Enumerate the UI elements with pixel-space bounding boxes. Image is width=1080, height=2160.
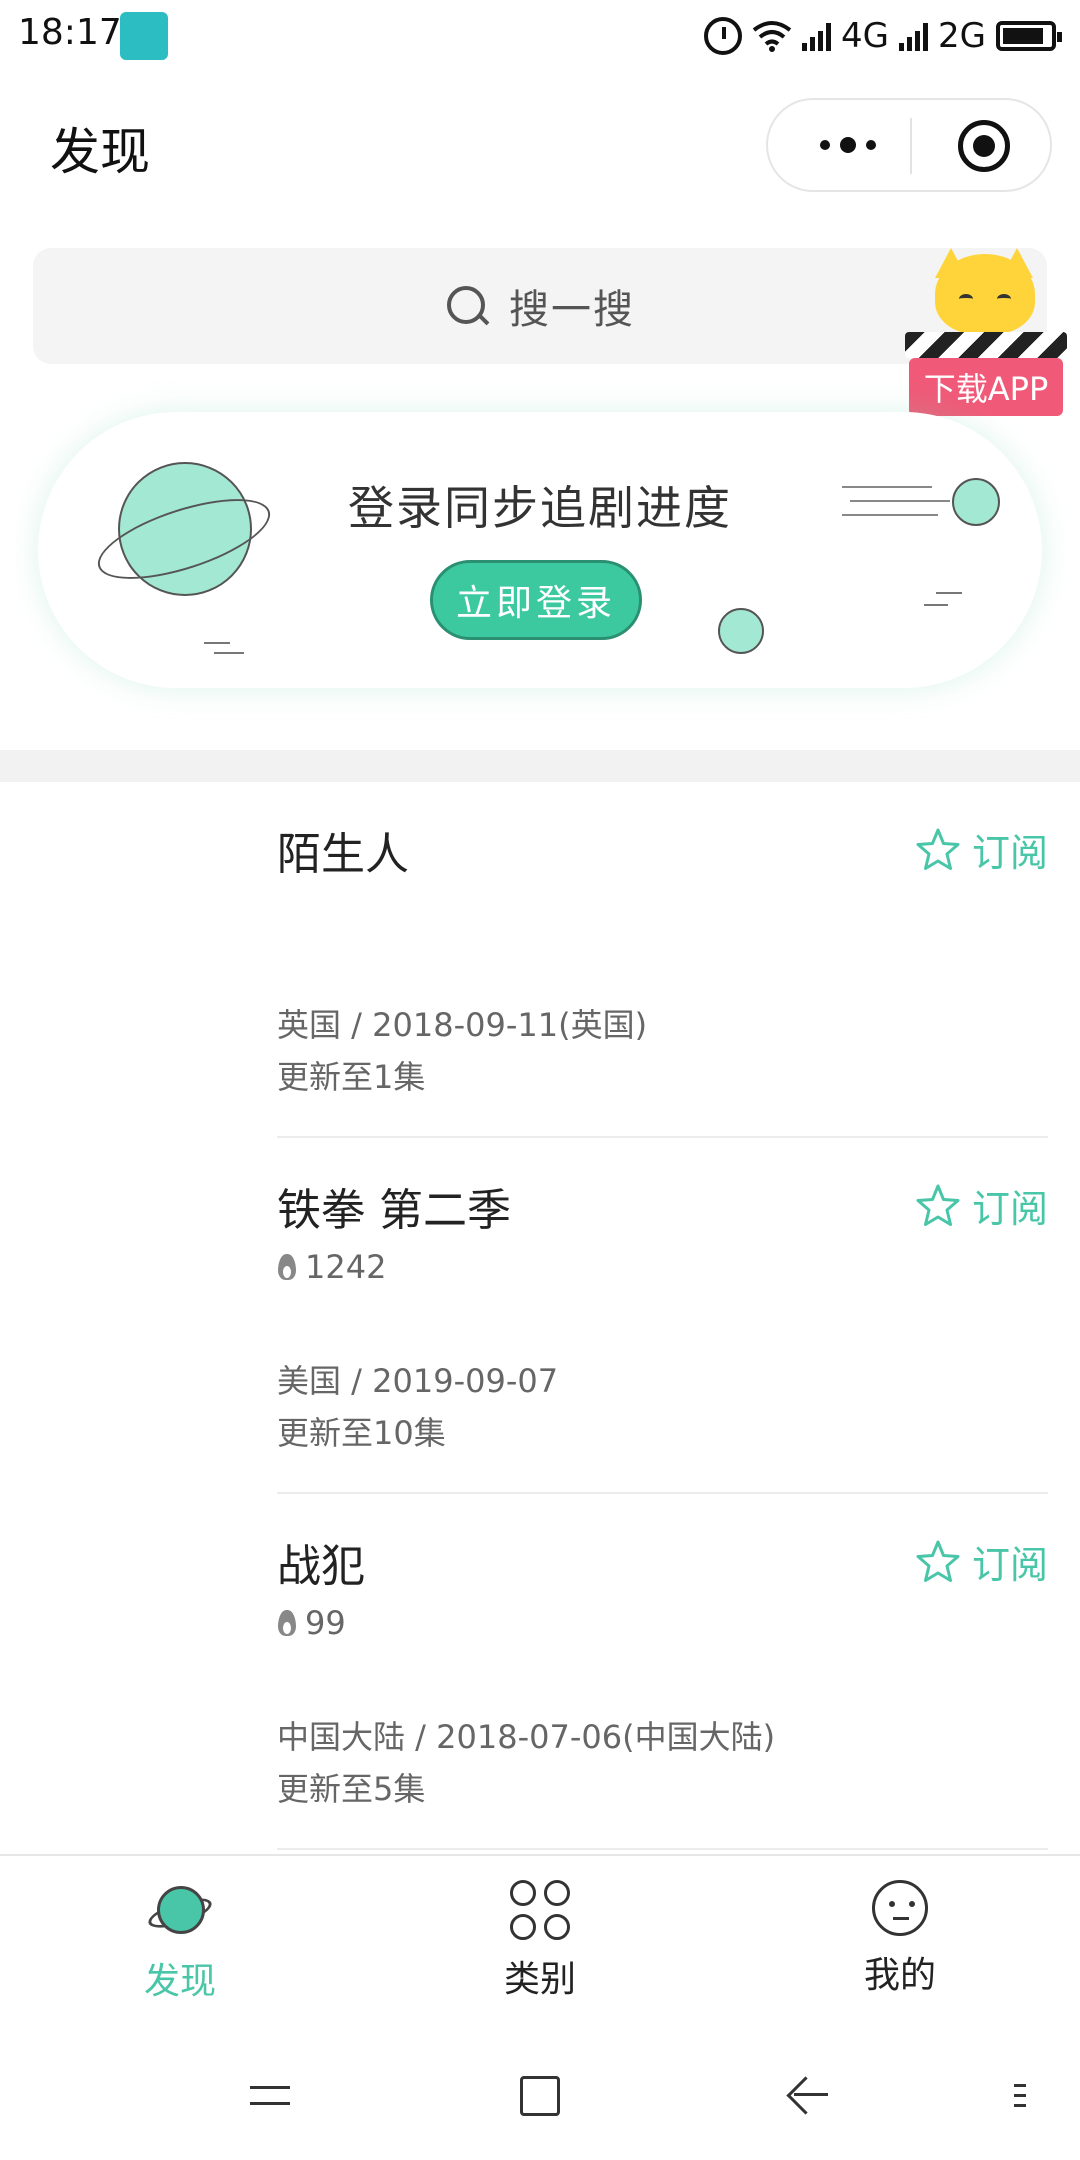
section-divider [0, 750, 1080, 782]
tab-label: 我的 [863, 1955, 936, 1996]
download-app-label: 下载APP [909, 358, 1063, 416]
login-button[interactable]: 立即登录 [430, 560, 642, 640]
close-target-icon[interactable] [958, 120, 1010, 172]
login-banner: 登录同步追剧进度 立即登录 [38, 412, 1042, 688]
show-meta: 中国大陆 / 2018-07-06(中国大陆) [277, 1718, 776, 1756]
back-icon[interactable] [782, 2070, 842, 2122]
hot-value: 1242 [305, 1248, 387, 1286]
show-episodes: 更新至5集 [277, 1770, 426, 1808]
page-title: 发现 [50, 123, 150, 181]
subscribe-label: 订阅 [971, 1187, 1048, 1231]
battery-icon [996, 21, 1062, 51]
network-type-2: 2G [938, 16, 986, 56]
flame-icon [277, 1608, 297, 1638]
status-time: 18:17 [18, 12, 122, 53]
comet-illustration-icon [842, 472, 1002, 532]
show-title: 铁拳 第二季 [277, 1185, 511, 1236]
menu-icon[interactable] [990, 2070, 1050, 2122]
face-icon [872, 1880, 928, 1936]
star-icon [916, 1540, 960, 1582]
show-meta: 美国 / 2019-09-07 [277, 1362, 559, 1400]
list-item[interactable]: 陌生人 订阅 英国 / 2018-09-11(英国) 更新至1集 [0, 782, 1080, 1138]
clapperboard-icon [905, 332, 1067, 358]
search-bar[interactable]: 搜一搜 [33, 248, 1047, 364]
subscribe-button[interactable]: 订阅 [914, 1178, 1048, 1233]
header: 发现 [0, 72, 1080, 212]
switch-apps-icon[interactable] [242, 2070, 302, 2122]
moon-illustration-icon [718, 608, 764, 654]
capsule-divider [910, 118, 912, 174]
download-app-badge[interactable]: 下载APP [905, 248, 1067, 418]
list-item[interactable]: 铁拳 第二季 1242 订阅 美国 / 2019-09-07 更新至10集 [0, 1138, 1080, 1494]
wifi-icon [752, 20, 792, 52]
mini-program-capsule [766, 98, 1052, 192]
scan-icon [120, 12, 168, 60]
subscribe-label: 订阅 [971, 1543, 1048, 1587]
status-icons: 4G 2G [704, 12, 1062, 60]
search-placeholder: 搜一搜 [509, 287, 635, 333]
show-episodes: 更新至10集 [277, 1414, 446, 1452]
tab-mine[interactable]: 我的 [800, 1880, 1000, 1998]
show-title: 陌生人 [277, 829, 409, 880]
alarm-icon [704, 17, 743, 55]
show-title: 战犯 [277, 1541, 365, 1592]
subscribe-button[interactable]: 订阅 [914, 1534, 1048, 1589]
planet-icon [145, 1880, 215, 1942]
more-icon[interactable] [808, 130, 888, 160]
search-icon [445, 284, 489, 328]
subscribe-button[interactable]: 订阅 [914, 822, 1048, 877]
tab-bar: 发现 类别 我的 [0, 1854, 1080, 2030]
tab-category[interactable]: 类别 [440, 1880, 640, 2002]
hot-count: 99 [277, 1604, 346, 1642]
tab-label: 类别 [503, 1959, 576, 2000]
flame-icon [277, 1252, 297, 1282]
network-type-1: 4G [841, 16, 890, 56]
signal-icon [802, 21, 832, 51]
subscribe-label: 订阅 [971, 831, 1048, 875]
star-icon [916, 828, 960, 870]
home-icon[interactable] [520, 2076, 560, 2116]
system-nav-bar [0, 2028, 1080, 2160]
row-divider [277, 1848, 1048, 1850]
tab-label: 发现 [143, 1961, 216, 2002]
list-item[interactable]: 战犯 99 订阅 中国大陆 / 2018-07-06(中国大陆) 更新至5集 [0, 1494, 1080, 1850]
show-episodes: 更新至1集 [277, 1058, 426, 1096]
show-meta: 英国 / 2018-09-11(英国) [277, 1006, 648, 1044]
star-icon [916, 1184, 960, 1226]
hot-count: 1242 [277, 1248, 386, 1286]
grid-icon [510, 1880, 570, 1940]
hot-value: 99 [305, 1604, 346, 1642]
show-list: 陌生人 订阅 英国 / 2018-09-11(英国) 更新至1集 铁拳 第二季 … [0, 782, 1080, 1850]
tab-discover[interactable]: 发现 [80, 1880, 280, 2004]
signal-icon [899, 21, 929, 51]
status-bar: 18:17 4G 2G [0, 0, 1080, 72]
